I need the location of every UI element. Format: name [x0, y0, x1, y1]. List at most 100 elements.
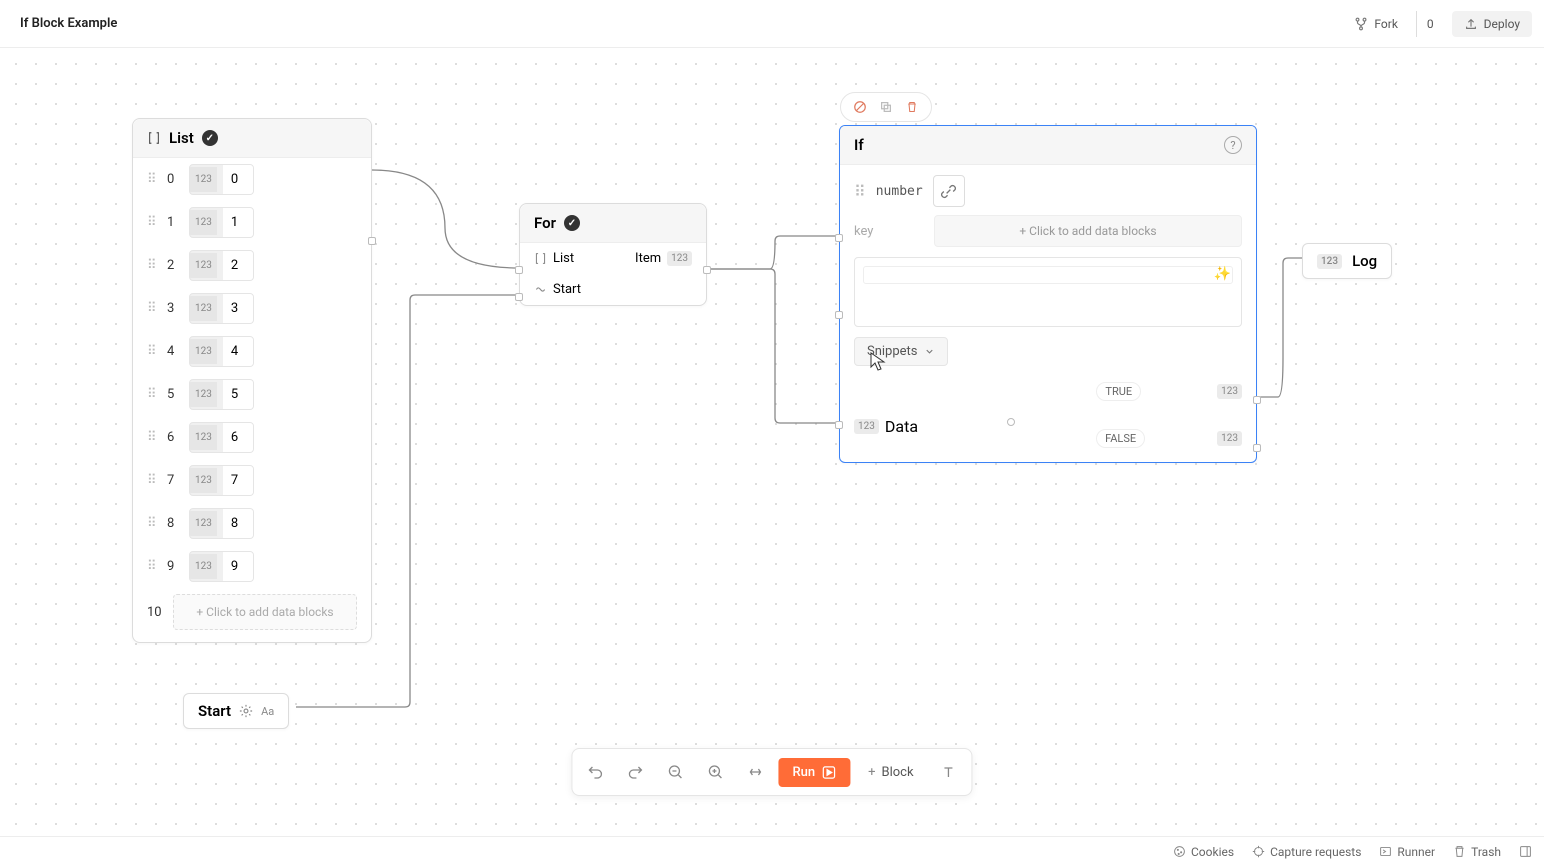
trash-icon	[1453, 845, 1466, 858]
type-tag: 123	[190, 296, 217, 321]
footer: Cookies Capture requests Runner Trash	[0, 836, 1544, 866]
value-pill[interactable]: 123 4	[189, 336, 254, 367]
value: 7	[223, 466, 253, 495]
list-index: 1	[167, 215, 181, 230]
code-editor[interactable]: ✨	[854, 257, 1242, 327]
chevron-down-icon	[924, 346, 935, 357]
text-button[interactable]	[932, 755, 966, 789]
header: If Block Example Fork 0 Deploy	[0, 0, 1544, 48]
magic-icon[interactable]: ✨	[1214, 266, 1231, 282]
grip-icon[interactable]: ⠿	[854, 182, 866, 201]
value-pill[interactable]: 123 5	[189, 379, 254, 410]
check-icon: ✓	[202, 130, 218, 146]
deploy-label: Deploy	[1484, 17, 1520, 31]
for-node[interactable]: For ✓ List Item 123 Start	[519, 203, 707, 306]
redo-button[interactable]	[618, 755, 652, 789]
list-index: 8	[167, 516, 181, 531]
fork-button[interactable]: Fork	[1344, 11, 1408, 37]
start-node[interactable]: Start Aa	[183, 693, 289, 729]
for-node-header: For ✓	[520, 204, 706, 243]
grip-icon[interactable]: ⠿	[147, 344, 159, 359]
grip-icon[interactable]: ⠿	[147, 559, 159, 574]
list-row[interactable]: ⠿ 8 123 8	[133, 502, 371, 545]
grip-icon[interactable]: ⠿	[147, 516, 159, 531]
run-button[interactable]: Run	[778, 758, 850, 787]
value-pill[interactable]: 123 8	[189, 508, 254, 539]
type-tag: 123	[1317, 254, 1342, 269]
zoom-out-button[interactable]	[658, 755, 692, 789]
list-row[interactable]: ⠿ 2 123 2	[133, 244, 371, 287]
zoom-in-button[interactable]	[698, 755, 732, 789]
for-list-row: List Item 123	[520, 243, 706, 274]
type-tag: 123	[667, 251, 692, 266]
data-label: Data	[885, 417, 918, 436]
value: 2	[223, 251, 253, 280]
for-list-label: List	[553, 251, 574, 266]
undo-button[interactable]	[578, 755, 612, 789]
trash-button[interactable]: Trash	[1453, 845, 1501, 859]
link-button[interactable]	[933, 175, 965, 207]
list-row[interactable]: ⠿ 3 123 3	[133, 287, 371, 330]
value: 8	[223, 509, 253, 538]
grip-icon[interactable]: ⠿	[147, 473, 159, 488]
list-row[interactable]: ⠿ 0 123 0	[133, 158, 371, 201]
type-tag: 123	[190, 167, 217, 192]
value-pill[interactable]: 123 1	[189, 207, 254, 238]
capture-button[interactable]: Capture requests	[1252, 845, 1361, 859]
list-node[interactable]: List ✓ ⠿ 0 123 0 ⠿ 1 123 1 ⠿ 2 123 2 ⠿ 3…	[132, 118, 372, 643]
check-icon: ✓	[564, 215, 580, 231]
list-row[interactable]: ⠿ 4 123 4	[133, 330, 371, 373]
add-block-label: Block	[881, 765, 913, 780]
snippets-button[interactable]: Snippets	[854, 337, 948, 366]
value-pill[interactable]: 123 2	[189, 250, 254, 281]
key-label: key	[854, 224, 924, 239]
value-pill[interactable]: 123 3	[189, 293, 254, 324]
list-add-row: 10 + Click to add data blocks	[147, 594, 357, 630]
value: 9	[223, 552, 253, 581]
grip-icon[interactable]: ⠿	[147, 215, 159, 230]
panel-button[interactable]	[1519, 845, 1532, 858]
deploy-button[interactable]: Deploy	[1452, 11, 1532, 37]
add-data-button[interactable]: + Click to add data blocks	[934, 215, 1242, 247]
help-icon[interactable]: ?	[1224, 136, 1242, 154]
list-node-header: List ✓	[133, 119, 371, 158]
grip-icon[interactable]: ⠿	[147, 430, 159, 445]
log-node[interactable]: 123 Log	[1302, 243, 1392, 279]
grip-icon[interactable]: ⠿	[147, 172, 159, 187]
duplicate-icon[interactable]	[877, 98, 895, 116]
list-title: List	[169, 129, 194, 147]
grip-icon[interactable]: ⠿	[147, 258, 159, 273]
list-next-idx: 10	[147, 605, 165, 620]
list-row[interactable]: ⠿ 6 123 6	[133, 416, 371, 459]
list-index: 4	[167, 344, 181, 359]
list-row[interactable]: ⠿ 5 123 5	[133, 373, 371, 416]
add-block-button[interactable]: + Block	[856, 758, 925, 787]
list-row[interactable]: ⠿ 9 123 9	[133, 545, 371, 588]
variable-name[interactable]: number	[876, 184, 923, 199]
value-pill[interactable]: 123 9	[189, 551, 254, 582]
grip-icon[interactable]: ⠿	[147, 387, 159, 402]
grip-icon[interactable]: ⠿	[147, 301, 159, 316]
capture-icon	[1252, 845, 1265, 858]
value-pill[interactable]: 123 6	[189, 422, 254, 453]
list-row[interactable]: ⠿ 7 123 7	[133, 459, 371, 502]
delete-icon[interactable]	[903, 98, 921, 116]
disable-icon[interactable]	[851, 98, 869, 116]
type-tag: 123	[190, 253, 217, 278]
type-tag: 123	[190, 210, 217, 235]
link-icon	[941, 184, 956, 199]
value-pill[interactable]: 123 0	[189, 164, 254, 195]
fit-button[interactable]	[738, 755, 772, 789]
add-data-button[interactable]: + Click to add data blocks	[173, 594, 357, 630]
canvas[interactable]: List ✓ ⠿ 0 123 0 ⠿ 1 123 1 ⠿ 2 123 2 ⠿ 3…	[0, 48, 1544, 836]
header-actions: Fork 0 Deploy	[1344, 11, 1532, 37]
runner-button[interactable]: Runner	[1379, 845, 1435, 859]
list-row[interactable]: ⠿ 1 123 1	[133, 201, 371, 244]
play-icon	[821, 765, 836, 780]
if-node[interactable]: If ? ⠿ number key + Click to add data bl…	[839, 125, 1257, 463]
gear-icon[interactable]	[239, 704, 253, 718]
value: 1	[223, 208, 253, 237]
type-tag: 123	[190, 554, 217, 579]
cookies-button[interactable]: Cookies	[1173, 845, 1234, 859]
value-pill[interactable]: 123 7	[189, 465, 254, 496]
